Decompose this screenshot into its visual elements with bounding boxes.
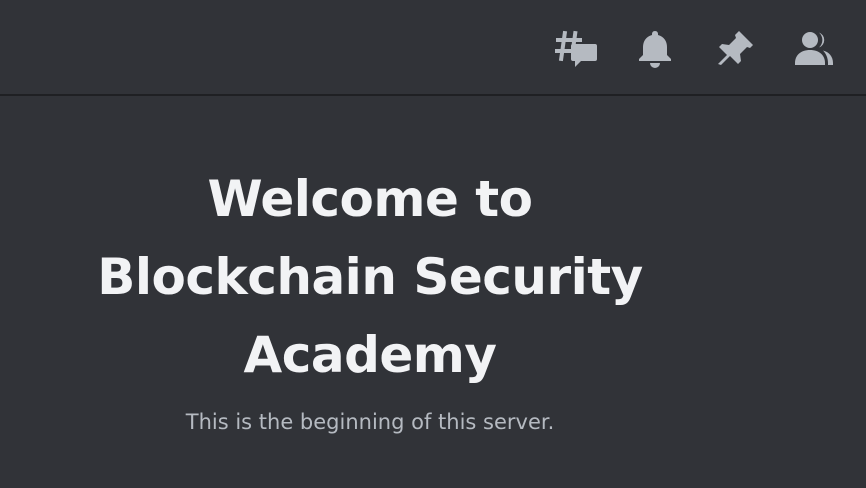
- threads-button[interactable]: [554, 27, 598, 71]
- server-welcome-screen: Welcome to Blockchain Security Academy T…: [0, 0, 866, 488]
- channel-header: [0, 0, 866, 96]
- pin-icon: [713, 27, 757, 71]
- pinned-messages-button[interactable]: [713, 27, 757, 71]
- threads-icon: [554, 27, 598, 71]
- welcome-title: Welcome to Blockchain Security Academy: [97, 170, 643, 384]
- welcome-section: Welcome to Blockchain Security Academy T…: [0, 160, 740, 436]
- notification-bell-icon: [633, 27, 677, 71]
- welcome-subtitle: This is the beginning of this server.: [185, 410, 555, 434]
- member-list-button[interactable]: [793, 27, 837, 71]
- members-icon: [793, 27, 837, 71]
- notification-settings-button[interactable]: [633, 27, 677, 71]
